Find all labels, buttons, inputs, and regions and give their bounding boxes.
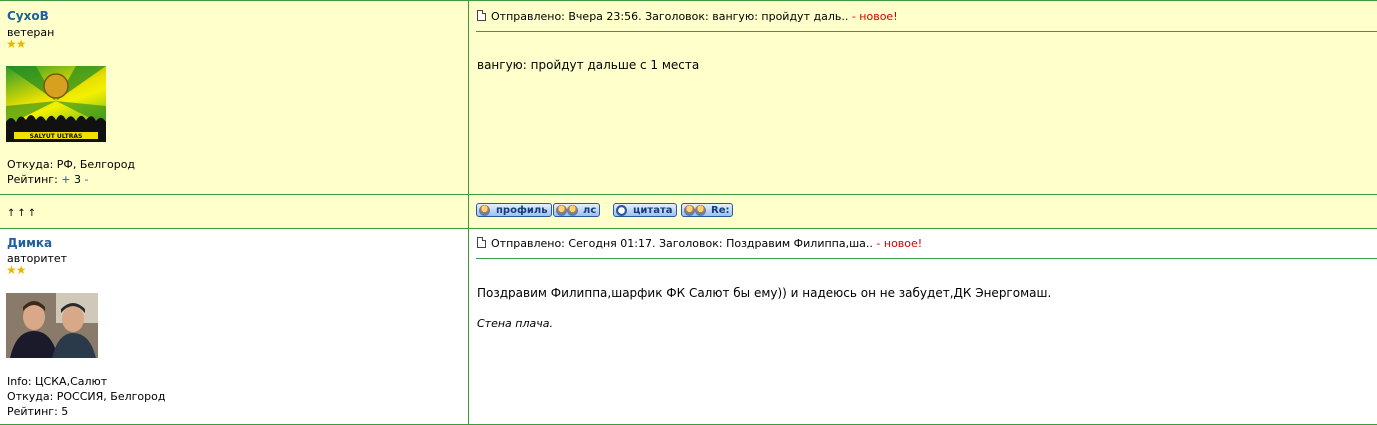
rating-value: 3 xyxy=(74,173,82,186)
avatar[interactable]: SALYUT ULTRAS xyxy=(6,66,106,142)
new-badge: - новое! xyxy=(851,10,898,23)
post-signature: Стена плача. xyxy=(477,317,553,330)
post-header: Отправлено: Вчера 23:56. Заголовок: ванг… xyxy=(477,10,898,23)
post-2: Димка авторитет ★★ Info: ЦСКА,Салют Отку… xyxy=(0,229,1377,424)
svg-text:SALYUT ULTRAS: SALYUT ULTRAS xyxy=(30,133,83,140)
user-icon xyxy=(479,205,490,216)
post-header-divider xyxy=(476,31,1377,32)
reply-button[interactable]: Re: xyxy=(681,203,734,217)
users-icon-2 xyxy=(567,205,578,216)
post-2-author-cell: Димка авторитет ★★ Info: ЦСКА,Салют Отку… xyxy=(0,229,469,424)
author-location: Откуда: РФ, Белгород xyxy=(7,158,136,171)
rating-minus-button[interactable]: - xyxy=(85,173,89,186)
users-icon xyxy=(684,205,695,216)
avatar[interactable] xyxy=(6,293,98,358)
post-1-author-cell: СухоВ ветеран ★★ SALYUT ULTRAS Откуда: Р… xyxy=(0,0,469,194)
author-info: Info: ЦСКА,Салют xyxy=(7,375,108,388)
author-rating: Рейтинг: 5 xyxy=(7,404,68,419)
top-border xyxy=(0,0,1377,1)
toolbar-left-cell: ↑↑↑ xyxy=(0,195,469,228)
post-1: СухоВ ветеран ★★ SALYUT ULTRAS Откуда: Р… xyxy=(0,0,1377,194)
toolbar-right-cell: профиль лс цитата Re: xyxy=(470,195,1377,228)
users-icon xyxy=(556,205,567,216)
post-message: Поздравим Филиппа,шарфик ФК Салют бы ему… xyxy=(477,286,1052,300)
author-name[interactable]: СухоВ xyxy=(7,9,49,23)
rating-label: Рейтинг: xyxy=(7,405,58,418)
private-message-button[interactable]: лс xyxy=(553,203,601,217)
post-2-body-cell: Отправлено: Сегодня 01:17. Заголовок: По… xyxy=(470,229,1377,424)
document-icon[interactable] xyxy=(477,10,486,21)
scroll-top-icon[interactable]: ↑↑↑ xyxy=(7,208,38,219)
document-icon[interactable] xyxy=(477,237,486,248)
post-1-body-cell: Отправлено: Вчера 23:56. Заголовок: ванг… xyxy=(470,0,1377,194)
new-badge: - новое! xyxy=(876,237,923,250)
post-message: вангую: пройдут дальше с 1 места xyxy=(477,58,700,72)
rank-stars-icon: ★★ xyxy=(6,37,26,51)
rank-stars-icon: ★★ xyxy=(6,263,26,277)
author-name[interactable]: Димка xyxy=(7,236,52,250)
forum-thread: СухоВ ветеран ★★ SALYUT ULTRAS Откуда: Р… xyxy=(0,0,1377,425)
post-header: Отправлено: Сегодня 01:17. Заголовок: По… xyxy=(477,237,922,250)
rating-label: Рейтинг: xyxy=(7,173,58,186)
users-icon-2 xyxy=(695,205,706,216)
rating-value: 5 xyxy=(61,405,69,418)
quote-button[interactable]: цитата xyxy=(613,203,677,217)
post-sent-info: Отправлено: Сегодня 01:17. Заголовок: По… xyxy=(491,237,873,250)
post-sent-info: Отправлено: Вчера 23:56. Заголовок: ванг… xyxy=(491,10,849,23)
author-location: Откуда: РОССИЯ, Белгород xyxy=(7,390,166,403)
speech-bubble-icon xyxy=(616,205,627,216)
rating-plus-button[interactable]: + xyxy=(61,173,70,186)
post-header-divider xyxy=(476,258,1377,259)
profile-button[interactable]: профиль xyxy=(476,203,552,217)
author-rating: Рейтинг: + 3 - xyxy=(7,172,89,187)
post-1-toolbar: ↑↑↑ профиль лс цитата Re: xyxy=(0,195,1377,228)
